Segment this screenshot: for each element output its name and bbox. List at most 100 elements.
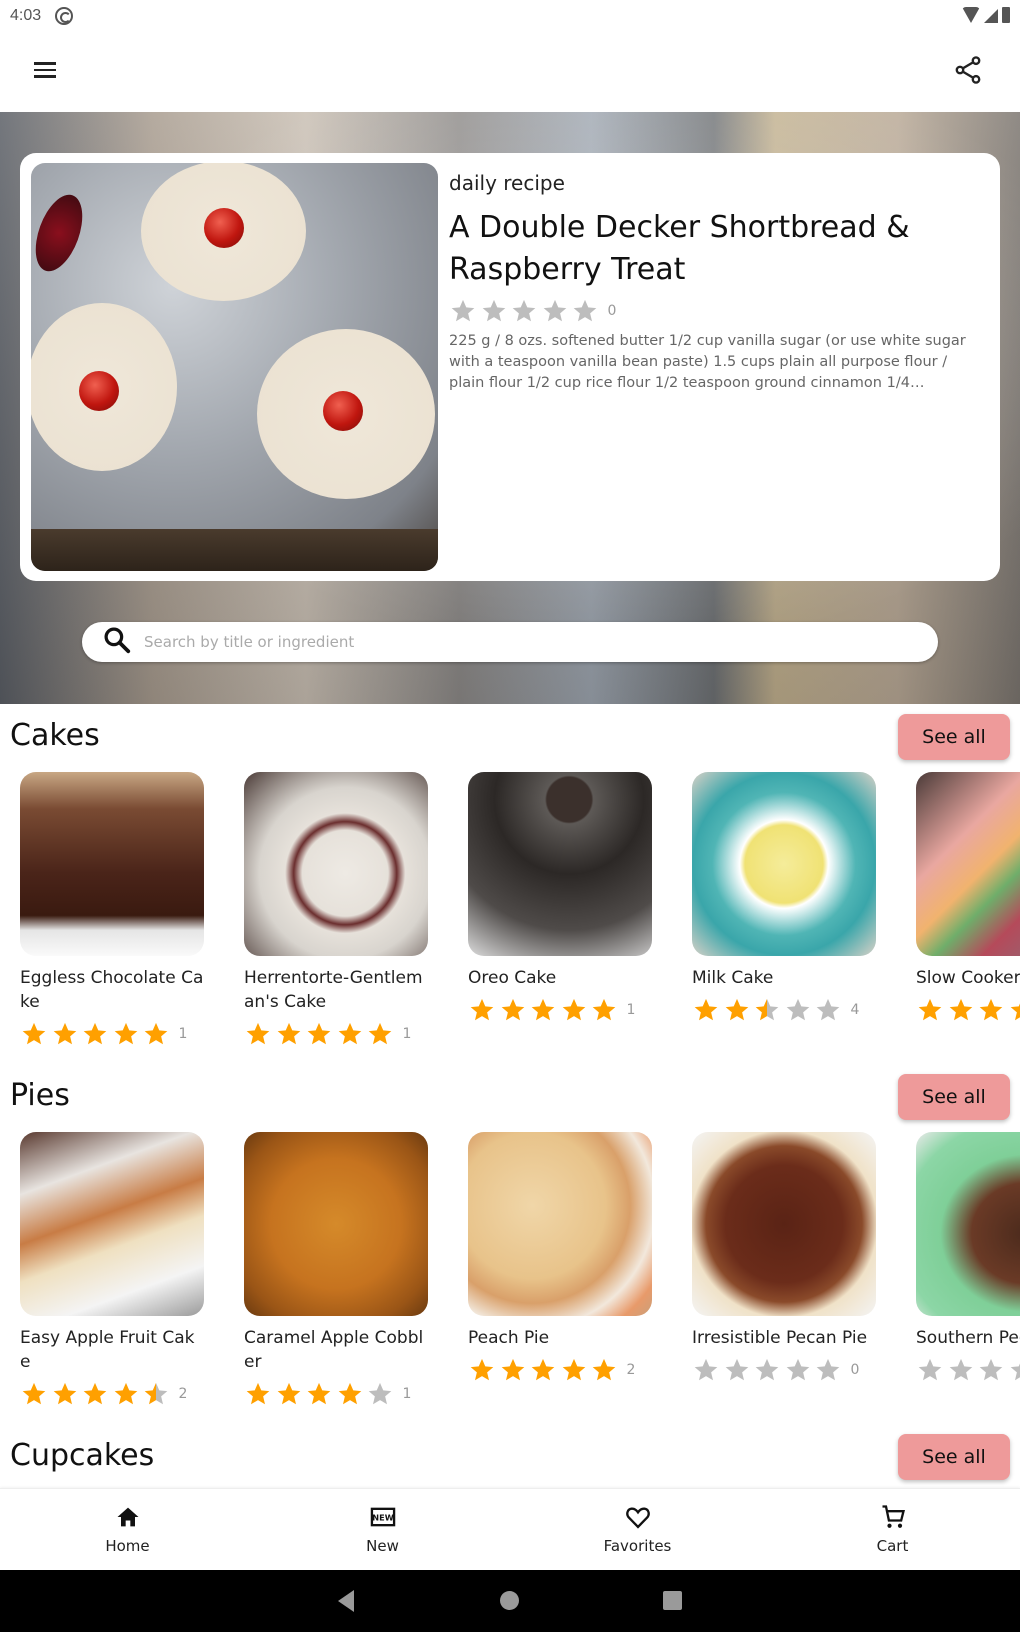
- star-filled-icon: [20, 1380, 48, 1408]
- recipe-carousel[interactable]: Easy Apple Fruit Cake 2 Caramel Apple Co…: [20, 1132, 1020, 1408]
- star-filled-icon: [112, 1020, 140, 1048]
- see-all-button[interactable]: See all: [898, 714, 1010, 760]
- search-bar[interactable]: [82, 622, 938, 662]
- star-filled-icon: [305, 1380, 333, 1408]
- star-empty-icon: [1008, 1356, 1020, 1384]
- star-filled-icon: [81, 1020, 109, 1048]
- daily-recipe-rating: 0: [449, 297, 979, 325]
- rating-count: 0: [850, 1362, 860, 1378]
- nav-home[interactable]: Home: [0, 1489, 255, 1570]
- daily-recipe-card[interactable]: daily recipe A Double Decker Shortbread …: [20, 153, 1000, 581]
- recipe-card[interactable]: Eggless Chocolate Cake 1: [20, 772, 204, 1048]
- recipe-rating: 2: [20, 1380, 204, 1408]
- section-title: Cupcakes: [10, 1438, 155, 1473]
- see-all-button[interactable]: See all: [898, 1434, 1010, 1480]
- search-input[interactable]: [144, 633, 904, 651]
- star-half-icon: [142, 1380, 170, 1408]
- recipe-card[interactable]: Herrentorte-Gentleman's Cake 1: [244, 772, 428, 1048]
- star-empty-icon: [916, 1356, 944, 1384]
- star-filled-icon: [499, 1356, 527, 1384]
- recipe-title: Peach Pie: [468, 1328, 550, 1348]
- recipe-title: Oreo Cake: [468, 968, 557, 988]
- home-circle-icon[interactable]: [500, 1591, 519, 1610]
- star-filled-icon: [142, 1020, 170, 1048]
- recipe-image: [916, 772, 1020, 956]
- star-filled-icon: [81, 1380, 109, 1408]
- recipe-image: [692, 772, 876, 956]
- daily-recipe-image: [31, 163, 438, 571]
- recipe-card[interactable]: Irresistible Pecan Pie 0: [692, 1132, 876, 1408]
- daily-recipe-info: daily recipe A Double Decker Shortbread …: [449, 171, 979, 394]
- nav-label: Cart: [876, 1537, 909, 1555]
- cart-icon: [879, 1503, 907, 1535]
- nav-favorites[interactable]: Favorites: [510, 1489, 765, 1570]
- status-time: 4:03: [10, 7, 42, 24]
- recipe-rating: 1: [244, 1380, 428, 1408]
- star-empty-icon: [366, 1380, 394, 1408]
- star-filled-icon: [468, 996, 496, 1024]
- star-empty-icon: [571, 297, 599, 325]
- star-filled-icon: [244, 1380, 272, 1408]
- star-filled-icon: [20, 1020, 48, 1048]
- recipe-card[interactable]: Oreo Cake 1: [468, 772, 652, 1048]
- star-filled-icon: [723, 996, 751, 1024]
- recipe-rating: [916, 996, 1020, 1024]
- recipe-rating: 1: [244, 1020, 428, 1048]
- app-bar: [0, 32, 1020, 112]
- recipe-rating: [916, 1356, 1020, 1384]
- star-filled-icon: [366, 1020, 394, 1048]
- nav-label: Home: [105, 1537, 150, 1555]
- share-icon[interactable]: [952, 54, 984, 86]
- recipe-title: Herrentorte-Gentleman's Cake: [244, 968, 423, 1012]
- recipe-image: [916, 1132, 1020, 1316]
- star-empty-icon: [977, 1356, 1005, 1384]
- star-filled-icon: [112, 1380, 140, 1408]
- star-empty-icon: [814, 996, 842, 1024]
- wifi-icon: [962, 7, 980, 23]
- search-icon: [102, 625, 132, 659]
- star-filled-icon: [560, 1356, 588, 1384]
- status-bar: 4:03: [0, 0, 1020, 32]
- rating-count: 1: [402, 1386, 412, 1402]
- recipe-card[interactable]: Southern Pecan Pie: [916, 1132, 1020, 1408]
- star-empty-icon: [449, 297, 477, 325]
- recipe-card[interactable]: Easy Apple Fruit Cake 2: [20, 1132, 204, 1408]
- nav-new[interactable]: NEW New: [255, 1489, 510, 1570]
- recipe-card[interactable]: Peach Pie 2: [468, 1132, 652, 1408]
- section-title: Pies: [10, 1078, 70, 1113]
- recipe-image: [20, 772, 204, 956]
- recipe-image: [20, 1132, 204, 1316]
- hero-banner: daily recipe A Double Decker Shortbread …: [0, 112, 1020, 704]
- recipe-rating: 2: [468, 1356, 652, 1384]
- recipe-title: Southern Pecan Pie: [916, 1328, 1020, 1348]
- star-filled-icon: [977, 996, 1005, 1024]
- recipe-image: [244, 772, 428, 956]
- recipe-card[interactable]: Milk Cake 4: [692, 772, 876, 1048]
- back-icon[interactable]: [338, 1590, 354, 1612]
- recipe-rating: 0: [692, 1356, 876, 1384]
- star-filled-icon: [244, 1020, 272, 1048]
- recent-apps-icon[interactable]: [663, 1591, 682, 1610]
- nav-cart[interactable]: Cart: [765, 1489, 1020, 1570]
- star-filled-icon: [468, 1356, 496, 1384]
- star-filled-icon: [336, 1020, 364, 1048]
- hamburger-menu-icon[interactable]: [30, 58, 62, 86]
- daily-recipe-description: 225 g / 8 ozs. softened butter 1/2 cup v…: [449, 333, 966, 391]
- recipe-carousel[interactable]: Eggless Chocolate Cake 1 Herrentorte-Gen…: [20, 772, 1020, 1048]
- new-badge-icon: NEW: [369, 1503, 397, 1535]
- star-filled-icon: [275, 1380, 303, 1408]
- status-icons: [962, 7, 1010, 23]
- star-half-icon: [753, 996, 781, 1024]
- see-all-button[interactable]: See all: [898, 1074, 1010, 1120]
- svg-text:NEW: NEW: [372, 1513, 393, 1523]
- heart-icon: [624, 1503, 652, 1535]
- recipe-card[interactable]: Caramel Apple Cobbler 1: [244, 1132, 428, 1408]
- recipe-image: [244, 1132, 428, 1316]
- recipe-card[interactable]: Slow Cooker Cake: [916, 772, 1020, 1048]
- star-filled-icon: [560, 996, 588, 1024]
- star-empty-icon: [541, 297, 569, 325]
- star-empty-icon: [723, 1356, 751, 1384]
- daily-recipe-label: daily recipe: [449, 171, 565, 195]
- star-half-icon: [1008, 996, 1020, 1024]
- sync-icon: [55, 7, 74, 25]
